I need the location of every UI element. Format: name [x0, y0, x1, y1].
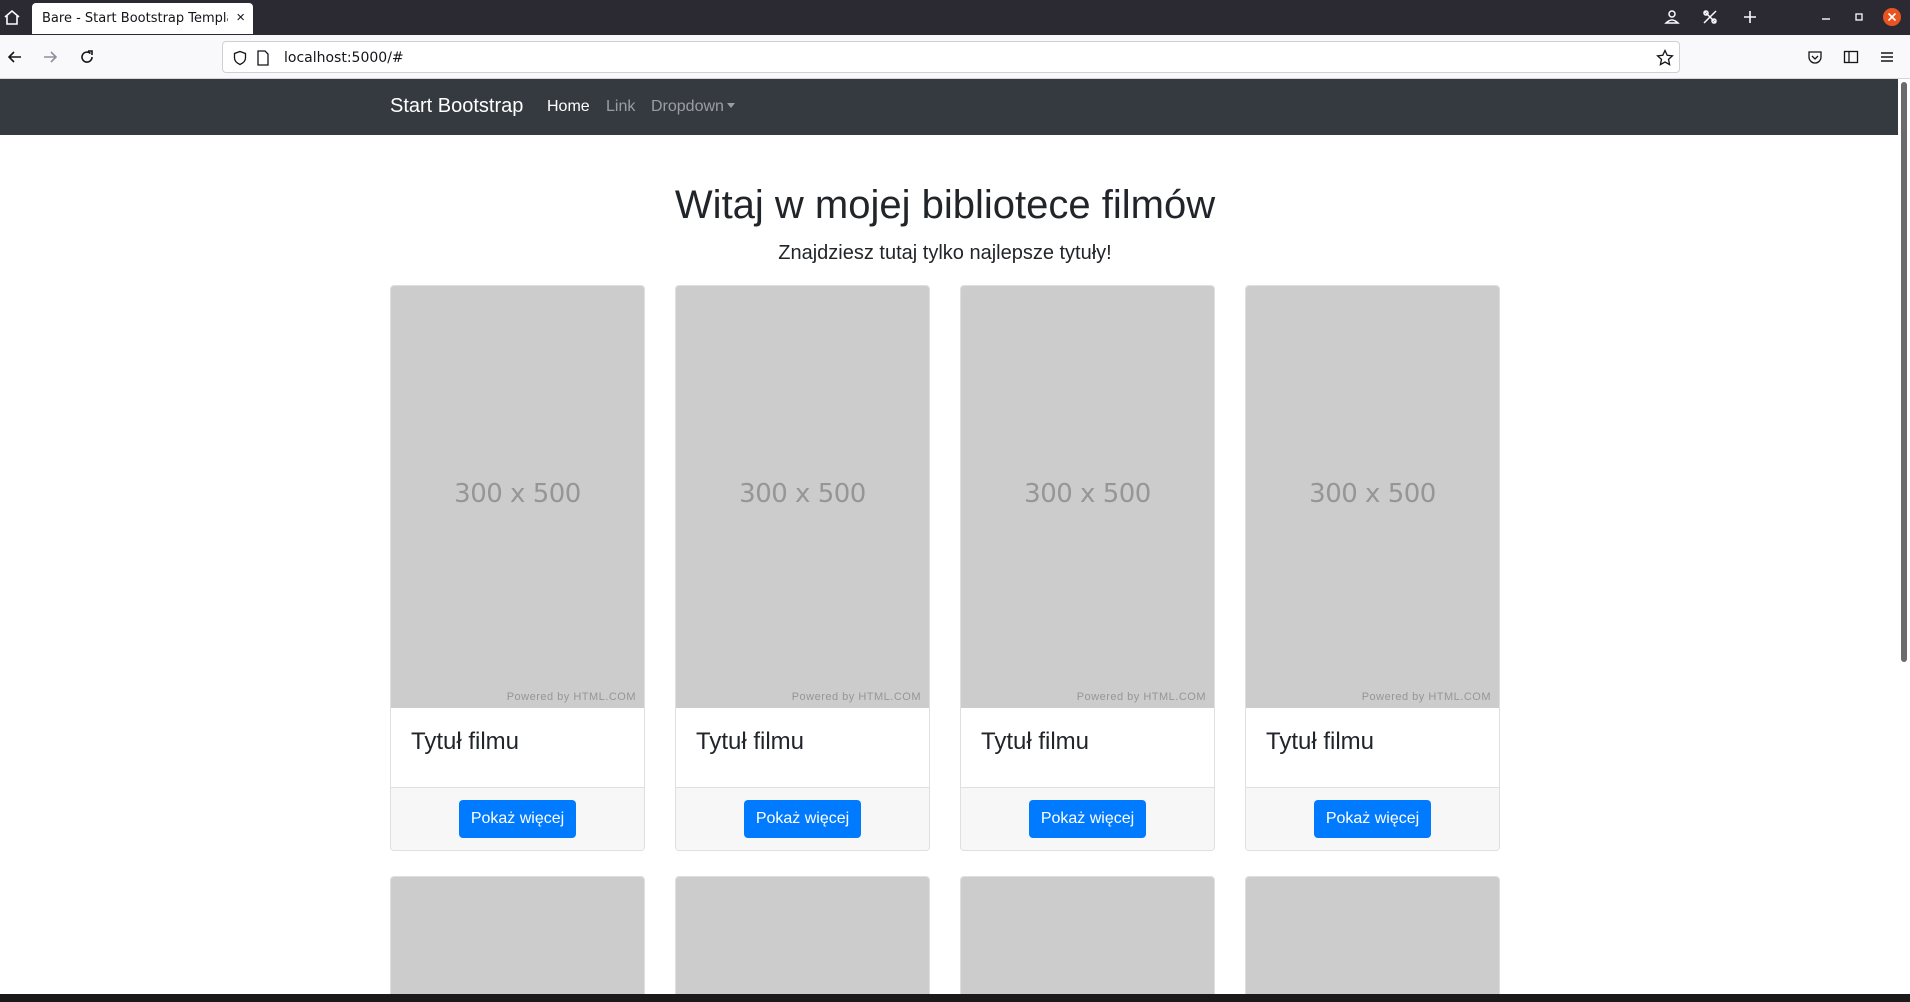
placeholder-credit: Powered by HTML.COM: [1076, 691, 1206, 703]
nav-link-home[interactable]: Home: [547, 98, 590, 116]
movie-card: 300 x 500 Powered by HTML.COM Tytuł film…: [675, 285, 930, 851]
close-window-icon[interactable]: [1881, 6, 1903, 28]
movie-card: [1245, 876, 1500, 994]
show-more-button[interactable]: Pokaż więcej: [1028, 800, 1147, 838]
shield-icon[interactable]: [230, 48, 250, 68]
address-bar[interactable]: localhost:5000/#: [222, 41, 1680, 73]
caret-down-icon: [726, 103, 735, 108]
nav-link-link[interactable]: Link: [606, 98, 635, 116]
card-footer: Pokaż więcej: [961, 788, 1214, 850]
placeholder-credit: Powered by HTML.COM: [791, 691, 921, 703]
page-scrollbar[interactable]: [1898, 79, 1910, 994]
card-title: Tytuł filmu: [981, 728, 1090, 755]
card-image-placeholder: 300 x 500 Powered by HTML.COM: [961, 286, 1214, 708]
card-body: Tytuł filmu: [1246, 708, 1499, 788]
placeholder-size-label: 300 x 500: [1024, 479, 1151, 509]
movie-card: [960, 876, 1215, 994]
minimize-icon[interactable]: [1815, 6, 1837, 28]
nav-dropdown-label: Dropdown: [651, 98, 724, 115]
forward-arrow-icon[interactable]: [40, 47, 60, 67]
placeholder-size-label: 300 x 500: [454, 479, 581, 509]
back-arrow-icon[interactable]: [5, 47, 25, 67]
bookmark-star-icon[interactable]: [1655, 48, 1675, 68]
card-image-placeholder: [391, 877, 644, 994]
show-more-button[interactable]: Pokaż więcej: [743, 800, 862, 838]
card-image-placeholder: [676, 877, 929, 994]
movie-card: [675, 876, 930, 994]
card-title: Tytuł filmu: [696, 728, 805, 755]
pocket-icon[interactable]: [1805, 47, 1825, 67]
card-footer: Pokaż więcej: [676, 788, 929, 850]
desktop-bottom-edge: [0, 994, 1910, 1002]
placeholder-size-label: 300 x 500: [1309, 479, 1436, 509]
scrollbar-thumb[interactable]: [1901, 82, 1907, 662]
placeholder-credit: Powered by HTML.COM: [1361, 691, 1491, 703]
sidebar-icon[interactable]: [1841, 47, 1861, 67]
browser-toolbar: localhost:5000/#: [0, 35, 1910, 79]
web-page: Start Bootstrap Home Link Dropdown Witaj…: [0, 79, 1898, 994]
show-more-button[interactable]: Pokaż więcej: [1313, 800, 1432, 838]
card-body: Tytuł filmu: [961, 708, 1214, 788]
tab-close-icon[interactable]: ×: [236, 8, 245, 28]
url-text[interactable]: localhost:5000/#: [284, 50, 404, 66]
menu-icon[interactable]: [1877, 47, 1897, 67]
placeholder-credit: Powered by HTML.COM: [506, 691, 636, 703]
card-body: Tytuł filmu: [676, 708, 929, 788]
site-navbar: Start Bootstrap Home Link Dropdown: [0, 79, 1898, 135]
page-icon[interactable]: [253, 48, 273, 68]
page-subtitle: Znajdziesz tutaj tylko najlepsze tytuły!: [778, 242, 1112, 264]
navbar-brand[interactable]: Start Bootstrap: [390, 95, 523, 118]
placeholder-size-label: 300 x 500: [739, 479, 866, 509]
extensions-icon[interactable]: [1699, 6, 1721, 28]
card-footer: Pokaż więcej: [1246, 788, 1499, 850]
active-tab[interactable]: Bare - Start Bootstrap Template ×: [32, 3, 253, 34]
card-image-placeholder: [1246, 877, 1499, 994]
reload-icon[interactable]: [77, 47, 97, 67]
card-footer: Pokaż więcej: [391, 788, 644, 850]
movie-card: [390, 876, 645, 994]
account-icon[interactable]: [1661, 6, 1683, 28]
nav-dropdown[interactable]: Dropdown: [651, 98, 735, 116]
movie-card: 300 x 500 Powered by HTML.COM Tytuł film…: [390, 285, 645, 851]
show-more-button[interactable]: Pokaż więcej: [458, 800, 577, 838]
card-body: Tytuł filmu: [391, 708, 644, 788]
movie-card: 300 x 500 Powered by HTML.COM Tytuł film…: [1245, 285, 1500, 851]
card-title: Tytuł filmu: [411, 728, 520, 755]
tab-title: Bare - Start Bootstrap Template: [42, 11, 228, 26]
browser-tab-strip: Bare - Start Bootstrap Template ×: [0, 0, 1910, 35]
movie-card: 300 x 500 Powered by HTML.COM Tytuł film…: [960, 285, 1215, 851]
card-title: Tytuł filmu: [1266, 728, 1375, 755]
card-image-placeholder: 300 x 500 Powered by HTML.COM: [1246, 286, 1499, 708]
page-title: Witaj w mojej bibliotece filmów: [674, 183, 1216, 227]
card-image-placeholder: 300 x 500 Powered by HTML.COM: [676, 286, 929, 708]
card-image-placeholder: [961, 877, 1214, 994]
new-tab-icon[interactable]: [1739, 6, 1761, 28]
restore-icon[interactable]: [1848, 6, 1870, 28]
card-image-placeholder: 300 x 500 Powered by HTML.COM: [391, 286, 644, 708]
home-icon[interactable]: [2, 8, 22, 28]
